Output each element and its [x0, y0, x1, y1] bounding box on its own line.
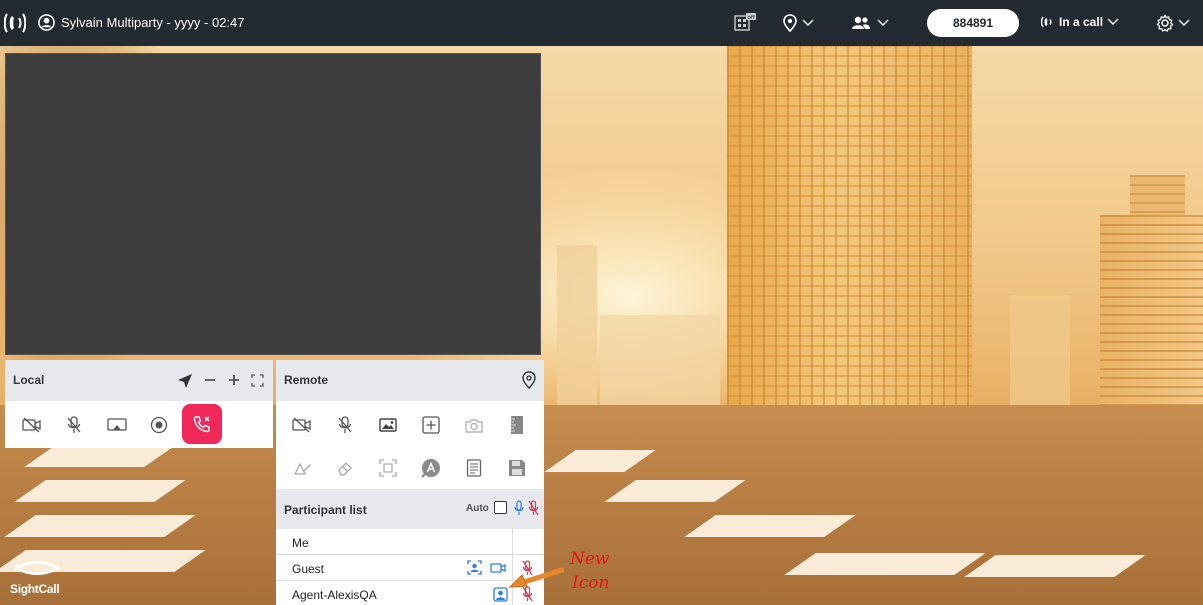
mute-all-icon[interactable] — [528, 500, 539, 516]
record-button[interactable] — [147, 413, 171, 437]
hangup-button[interactable] — [182, 404, 222, 444]
remote-panel-header: Remote — [276, 360, 544, 401]
ruler-icon — [511, 416, 523, 434]
call-status-menu[interactable]: In a call — [1041, 15, 1119, 29]
local-mic-off-button[interactable] — [62, 413, 86, 437]
add-box-icon — [422, 416, 440, 434]
camera-snapshot-icon — [465, 418, 483, 433]
location-pin-icon[interactable] — [521, 371, 537, 389]
navigate-icon[interactable] — [177, 373, 193, 389]
annotation-line1: New — [570, 549, 610, 569]
chevron-down-icon — [1178, 19, 1190, 26]
auto-checkbox[interactable] — [494, 501, 507, 514]
notes-icon — [466, 459, 482, 477]
mic-off-icon — [338, 416, 352, 433]
scan-icon — [379, 459, 397, 477]
remote-panel-title: Remote — [284, 373, 329, 387]
notes-button[interactable] — [462, 456, 486, 480]
phone-logo-icon — [4, 13, 26, 33]
participant-name: Guest — [292, 562, 325, 576]
settings-menu[interactable] — [1156, 12, 1190, 34]
annotation-line2: Icon — [572, 573, 610, 593]
draw-icon — [293, 462, 311, 475]
participants-menu[interactable] — [851, 12, 889, 34]
video-camera-icon[interactable] — [490, 562, 506, 574]
location-pin-icon — [783, 14, 797, 32]
remote-panel: Remote Participant list Auto Me Guest Ag… — [276, 360, 544, 605]
plus-icon[interactable] — [228, 374, 240, 386]
remote-mic-off-button[interactable] — [333, 413, 357, 437]
top-bar: Sylvain Multiparty - yyyy - 02:47 off 88… — [0, 0, 1203, 46]
brand-name: SightCall — [10, 582, 60, 596]
call-status-label: In a call — [1059, 15, 1104, 29]
svg-text:off: off — [748, 15, 755, 21]
participant-list-title: Participant list — [284, 503, 367, 517]
auto-label: Auto — [466, 503, 489, 514]
minus-icon[interactable] — [204, 374, 216, 386]
local-camera-off-button[interactable] — [20, 413, 44, 437]
draw-button[interactable] — [290, 456, 314, 480]
qr-off-icon: off — [734, 13, 756, 31]
local-controls — [5, 401, 273, 448]
user-focus-icon[interactable] — [467, 560, 482, 575]
location-menu[interactable] — [782, 12, 814, 34]
remote-camera-off-button[interactable] — [290, 413, 314, 437]
fullscreen-icon[interactable] — [251, 374, 264, 387]
local-panel-header: Local — [5, 360, 273, 401]
gallery-icon — [379, 418, 397, 432]
gear-icon — [1156, 14, 1174, 32]
screen-share-icon — [107, 418, 127, 431]
session-code-pill[interactable]: 884891 — [927, 9, 1019, 37]
record-icon — [150, 416, 168, 434]
qr-off-button[interactable]: off — [733, 12, 757, 34]
participant-row[interactable]: Guest — [276, 555, 544, 581]
scan-button[interactable] — [376, 456, 400, 480]
eraser-button[interactable] — [333, 456, 357, 480]
save-icon — [509, 460, 525, 476]
participant-list-header: Participant list Auto — [276, 489, 544, 529]
participant-row[interactable]: Me — [276, 529, 544, 555]
call-title: Sylvain Multiparty - yyyy - 02:47 — [61, 15, 245, 30]
gallery-button[interactable] — [376, 413, 400, 437]
camera-off-icon — [22, 417, 41, 433]
participant-row[interactable]: Agent-AlexisQA — [276, 581, 544, 605]
participant-name: Agent-AlexisQA — [292, 588, 377, 602]
snapshot-button[interactable] — [462, 413, 486, 437]
phone-call-icon — [1041, 16, 1052, 28]
remote-video-area — [5, 53, 541, 355]
user-circle-icon — [38, 14, 55, 31]
chevron-down-icon — [877, 19, 889, 26]
participant-name: Me — [292, 536, 309, 550]
save-button[interactable] — [505, 456, 529, 480]
hangup-icon — [193, 416, 210, 433]
sightcall-logo-icon — [13, 561, 61, 575]
add-box-button[interactable] — [419, 413, 443, 437]
user-badge-icon[interactable] — [493, 587, 508, 602]
chevron-down-icon — [802, 19, 814, 26]
annotation-arrow-icon — [508, 567, 564, 588]
sightcall-logo: SightCall — [10, 556, 70, 600]
local-panel-title: Local — [13, 373, 45, 387]
screen-share-button[interactable] — [105, 413, 129, 437]
eraser-icon — [338, 462, 352, 476]
participants-icon — [852, 16, 870, 29]
text-annotate-button[interactable] — [419, 456, 443, 480]
mic-all-icon[interactable] — [514, 500, 524, 516]
remote-controls — [276, 401, 544, 489]
ruler-button[interactable] — [505, 413, 529, 437]
text-annotate-icon — [421, 459, 440, 478]
mic-off-icon — [67, 416, 81, 433]
chevron-down-icon — [1107, 18, 1119, 25]
camera-off-icon — [292, 417, 311, 433]
local-panel: Local — [5, 360, 273, 448]
